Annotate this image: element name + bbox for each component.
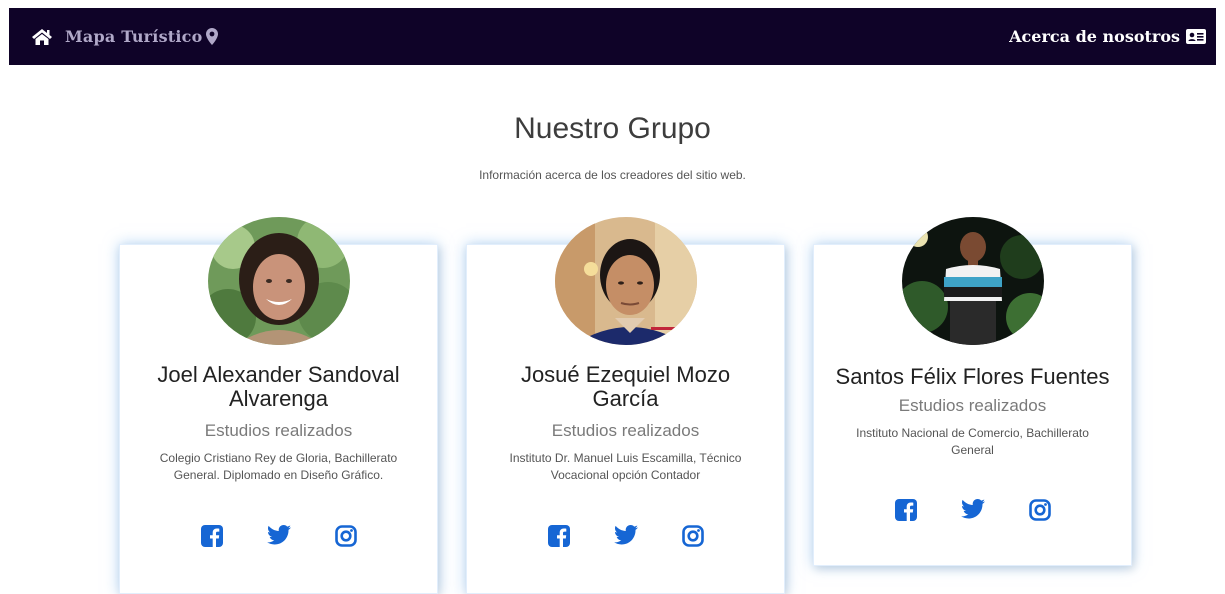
member-studies-label: Estudios realizados [898, 396, 1047, 415]
avatar-joel [208, 217, 350, 345]
member-name-line: Josué Ezequiel Mozo [520, 362, 731, 387]
about-us-label[interactable]: Acerca de nosotros [1009, 27, 1180, 46]
twitter-icon[interactable] [960, 499, 985, 521]
facebook-icon[interactable] [894, 499, 917, 521]
member-name-line: Alvarenga [228, 386, 329, 411]
top-navbar: Mapa Turístico Acerca de nosotros [9, 8, 1216, 65]
member-studies-description: Instituto Nacional de Comercio, Bachille… [814, 425, 1131, 459]
description-line: Vocacional opción Contador [550, 468, 701, 482]
social-links [120, 525, 437, 547]
map-marker-icon [206, 28, 219, 45]
member-name-line: García [592, 386, 659, 411]
member-studies-description: Colegio Cristiano Rey de Gloria, Bachill… [120, 450, 437, 484]
member-card-santos: Santos Félix Flores Fuentes Estudios rea… [813, 217, 1132, 566]
facebook-icon[interactable] [200, 525, 223, 547]
avatar-josue [555, 217, 697, 345]
member-studies-description: Instituto Dr. Manuel Luis Escamilla, Téc… [467, 450, 784, 484]
member-name: Josué Ezequiel Mozo García [467, 363, 784, 411]
page-title: Nuestro Grupo [514, 112, 711, 145]
avatar-santos [902, 217, 1044, 345]
twitter-icon[interactable] [613, 525, 638, 547]
brand-title[interactable]: Mapa Turístico [65, 27, 202, 46]
home-icon[interactable] [31, 28, 53, 46]
member-studies-label: Estudios realizados [204, 421, 353, 440]
member-studies-label: Estudios realizados [551, 421, 700, 440]
social-links [814, 499, 1131, 521]
description-line: General [951, 443, 994, 457]
page-subtitle: Información acerca de los creadores del … [479, 168, 746, 182]
about-us-link[interactable]: Acerca de nosotros [1009, 27, 1206, 46]
facebook-icon[interactable] [547, 525, 570, 547]
instagram-icon[interactable] [681, 525, 704, 547]
description-line: Instituto Dr. Manuel Luis Escamilla, Téc… [509, 451, 742, 465]
member-name: Santos Félix Flores Fuentes [814, 365, 1131, 389]
social-links [467, 525, 784, 547]
description-line: General. Diplomado en Diseño Gráfico. [173, 468, 384, 482]
member-card-josue: Josué Ezequiel Mozo García Estudios real… [466, 217, 785, 594]
member-name-line: Santos Félix Flores Fuentes [835, 364, 1110, 389]
member-name: Joel Alexander Sandoval Alvarenga [120, 363, 437, 411]
member-name-line: Joel Alexander Sandoval [157, 362, 400, 387]
member-card-joel: Joel Alexander Sandoval Alvarenga Estudi… [119, 217, 438, 594]
brand-link[interactable]: Mapa Turístico [31, 27, 219, 46]
description-line: Instituto Nacional de Comercio, Bachille… [856, 426, 1089, 440]
id-card-icon [1186, 29, 1206, 44]
twitter-icon[interactable] [266, 525, 291, 547]
instagram-icon[interactable] [334, 525, 357, 547]
description-line: Colegio Cristiano Rey de Gloria, Bachill… [159, 451, 398, 465]
instagram-icon[interactable] [1028, 499, 1051, 521]
